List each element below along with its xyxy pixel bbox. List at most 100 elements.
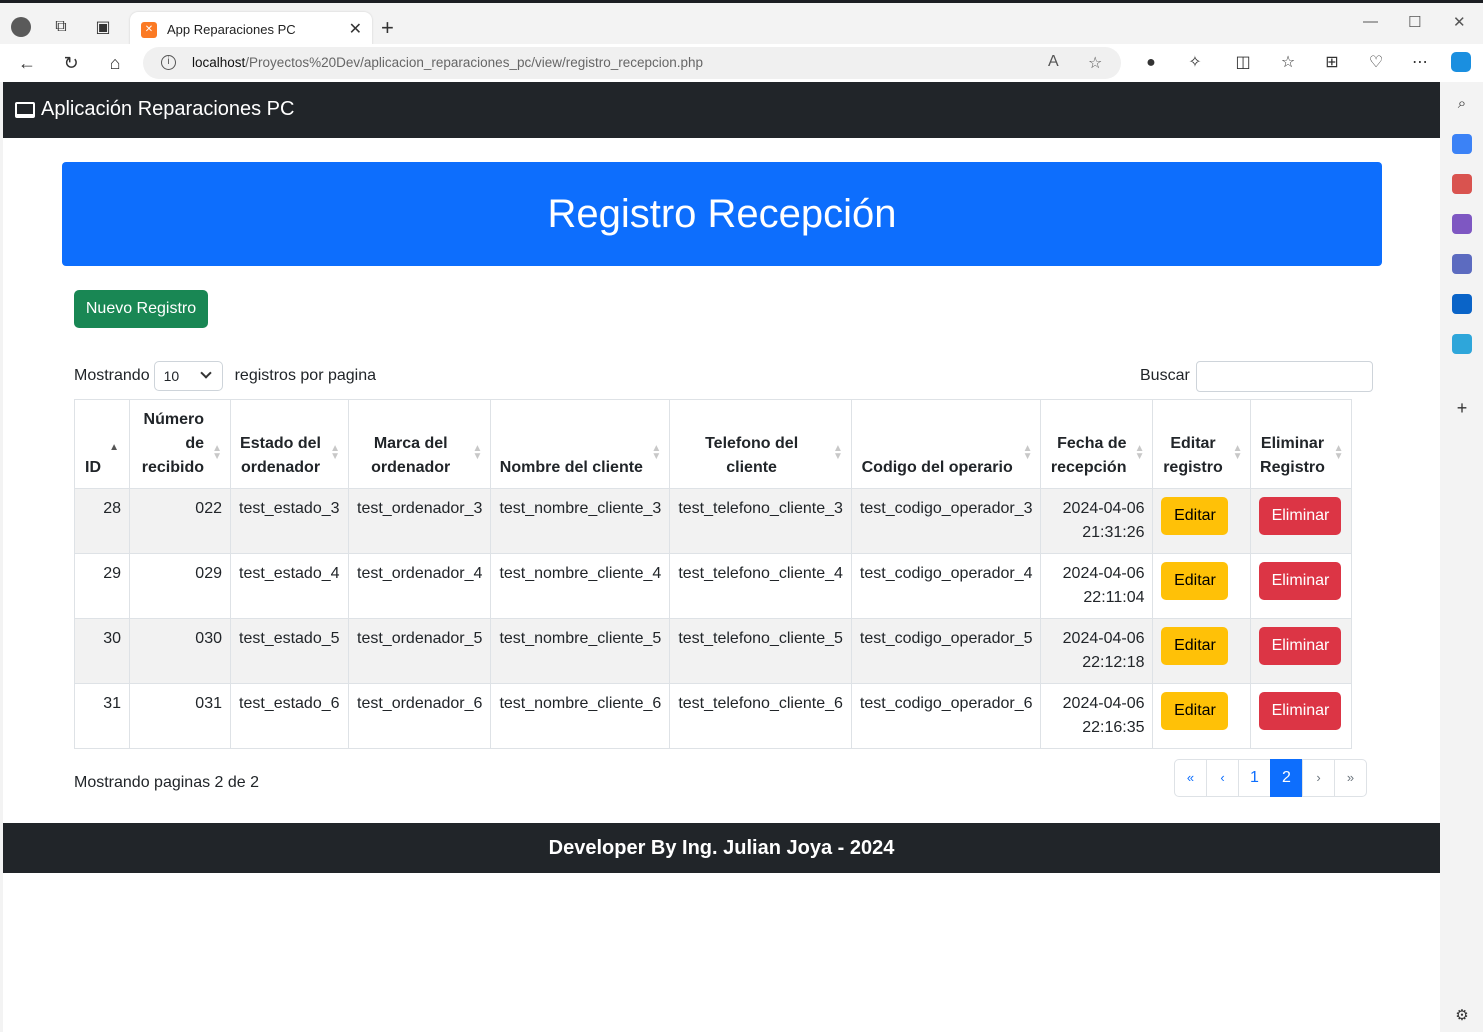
telegram-icon[interactable]	[1452, 334, 1472, 354]
page-2-button[interactable]: 2	[1270, 759, 1303, 797]
delete-button[interactable]: Eliminar	[1259, 692, 1342, 730]
extensions-icon[interactable]: ✧	[1184, 52, 1206, 74]
th-eliminar[interactable]: Eliminar Registro ▲ ▼	[1250, 399, 1353, 489]
cell-edit: Editar	[1152, 553, 1252, 619]
new-tab-icon[interactable]: +	[381, 17, 394, 39]
favorite-star-icon[interactable]: ☆	[1088, 53, 1102, 73]
th-marca[interactable]: Marca del ordenador ▲ ▼	[347, 399, 492, 489]
profile-avatar-icon[interactable]	[10, 16, 32, 38]
address-bar[interactable]: i localhost/Proyectos%20Dev/aplicacion_r…	[143, 47, 1121, 79]
shopping-tag-icon[interactable]	[1452, 134, 1472, 154]
window-close-icon[interactable]: ✕	[1453, 13, 1466, 31]
copilot-icon[interactable]	[1451, 52, 1473, 74]
tools-icon[interactable]	[1452, 174, 1472, 194]
fecha-time: 22:16:35	[1082, 719, 1145, 736]
table-row: 30 030 test_estado_5 test_ordenador_5 te…	[74, 618, 1353, 684]
sort-icon: ▲ ▼	[1134, 443, 1145, 462]
length-suffix: registros por pagina	[234, 367, 377, 384]
vertical-tabs-icon[interactable]: ▣	[92, 16, 114, 38]
cell-codigo: test_codigo_operador_5	[850, 618, 1042, 684]
delete-button[interactable]: Eliminar	[1259, 627, 1342, 665]
new-record-button[interactable]: Nuevo Registro	[74, 290, 208, 328]
cell-recibido: 030	[129, 618, 231, 684]
collections-icon[interactable]: ⊞	[1321, 52, 1343, 74]
outlook-icon[interactable]	[1452, 294, 1472, 314]
th-label: Fecha de recepción	[1050, 435, 1127, 476]
page-length-select[interactable]: 10	[153, 361, 223, 391]
back-icon[interactable]: ←	[16, 52, 38, 74]
th-label: Estado del ordenador	[240, 435, 321, 476]
cell-codigo: test_codigo_operador_6	[850, 683, 1042, 749]
page-length-control: Mostrando 10 registros por pagina	[74, 360, 376, 392]
sort-icon: ▲ ▼	[1232, 443, 1243, 462]
th-label: Número de recibido	[141, 411, 204, 476]
edit-button[interactable]: Editar	[1161, 562, 1229, 600]
th-telefono[interactable]: Telefono del cliente ▲ ▼	[669, 399, 852, 489]
laptop-icon	[15, 101, 35, 118]
th-fecha[interactable]: Fecha de recepción ▲ ▼	[1040, 399, 1154, 489]
search-icon[interactable]: ⌕	[1452, 94, 1472, 114]
more-menu-icon[interactable]: ⋯	[1409, 52, 1431, 74]
refresh-icon[interactable]: ↻	[60, 52, 82, 74]
th-id[interactable]: ID ▲	[74, 399, 130, 489]
cell-id: 28	[74, 488, 130, 554]
cell-nombre: test_nombre_cliente_5	[490, 618, 671, 684]
home-icon[interactable]: ⌂	[104, 52, 126, 74]
page-next-button[interactable]: ›	[1302, 759, 1335, 797]
page-last-button[interactable]: »	[1334, 759, 1367, 797]
url-text: localhost/Proyectos%20Dev/aplicacion_rep…	[192, 55, 703, 70]
read-aloud-icon[interactable]: A	[1048, 53, 1059, 71]
sort-icon: ▲ ▼	[651, 443, 662, 462]
sort-icon: ▲ ▼	[833, 443, 843, 462]
edit-button[interactable]: Editar	[1161, 692, 1229, 730]
extension-globe-icon[interactable]: ●	[1140, 52, 1162, 74]
edit-button[interactable]: Editar	[1161, 497, 1229, 535]
minimize-icon[interactable]: —	[1363, 13, 1378, 30]
sort-icon: ▲ ▼	[212, 443, 222, 462]
th-label: Codigo del operario	[861, 459, 1013, 476]
page-length-value: 10	[163, 368, 180, 384]
delete-button[interactable]: Eliminar	[1259, 562, 1342, 600]
add-sidebar-icon[interactable]: +	[1452, 398, 1472, 418]
cell-nombre: test_nombre_cliente_6	[490, 683, 671, 749]
cell-nombre: test_nombre_cliente_3	[490, 488, 671, 554]
split-screen-icon[interactable]: ◫	[1232, 52, 1254, 74]
delete-button[interactable]: Eliminar	[1259, 497, 1342, 535]
table-header-row: ID ▲ Número de recibido ▲ ▼ Estado del orde…	[74, 399, 1353, 489]
site-info-icon[interactable]: i	[161, 55, 176, 70]
browser-essentials-icon[interactable]: ♡	[1365, 52, 1387, 74]
th-recibido[interactable]: Número de recibido ▲ ▼	[129, 399, 231, 489]
sidebar-settings-icon[interactable]: ⚙	[1452, 1006, 1472, 1026]
search-input[interactable]	[1195, 360, 1373, 392]
cell-delete: Eliminar	[1250, 618, 1353, 684]
games-icon[interactable]	[1452, 214, 1472, 234]
cell-id: 29	[74, 553, 130, 619]
page-prev-button[interactable]: ‹	[1206, 759, 1239, 797]
page-first-button[interactable]: «	[1174, 759, 1207, 797]
th-codigo[interactable]: Codigo del operario ▲ ▼	[850, 399, 1042, 489]
table-row: 28 022 test_estado_3 test_ordenador_3 te…	[74, 488, 1353, 554]
fecha-date: 2024-04-06	[1062, 695, 1145, 712]
favorites-icon[interactable]: ☆	[1277, 52, 1299, 74]
th-editar[interactable]: Editar registro ▲ ▼	[1152, 399, 1252, 489]
edit-button[interactable]: Editar	[1161, 627, 1229, 665]
brand-text: Aplicación Reparaciones PC	[41, 98, 295, 120]
cell-marca: test_ordenador_3	[347, 488, 492, 554]
th-estado[interactable]: Estado del ordenador ▲ ▼	[230, 399, 349, 489]
office-icon[interactable]	[1452, 254, 1472, 274]
cell-recibido: 031	[129, 683, 231, 749]
fecha-date: 2024-04-06	[1062, 630, 1145, 647]
tab-close-icon[interactable]: ✕	[349, 19, 362, 39]
browser-tab-active[interactable]: ✕ App Reparaciones PC ✕	[130, 12, 372, 47]
maximize-icon[interactable]: ☐	[1408, 13, 1421, 31]
navbar-brand[interactable]: Aplicación Reparaciones PC	[15, 98, 294, 121]
th-label: Marca del ordenador	[371, 435, 451, 476]
workspaces-icon[interactable]: ⧉	[50, 16, 72, 38]
cell-fecha: 2024-04-06 22:16:35	[1040, 683, 1154, 749]
th-nombre[interactable]: Nombre del cliente ▲ ▼	[490, 399, 671, 489]
url-host: localhost	[192, 55, 246, 70]
table-row: 31 031 test_estado_6 test_ordenador_6 te…	[74, 683, 1353, 749]
cell-estado: test_estado_4	[230, 553, 349, 619]
sort-icon: ▲ ▼	[1022, 443, 1033, 462]
page-1-button[interactable]: 1	[1238, 759, 1271, 797]
